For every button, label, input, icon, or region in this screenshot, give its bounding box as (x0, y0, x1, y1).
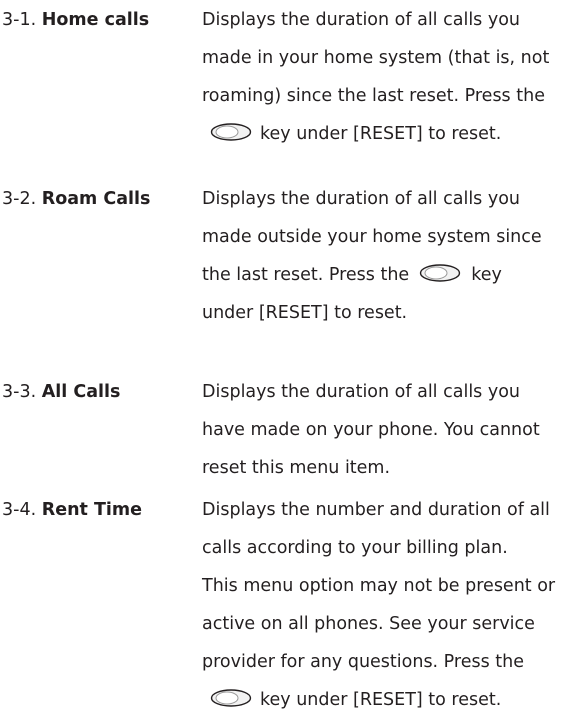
description-line: key under [RESET] to reset. (202, 681, 578, 719)
entry-number: 3-4. (2, 500, 37, 520)
description-line: Displays the duration of all calls you (202, 189, 521, 209)
entry-name: Rent Time (41, 500, 143, 520)
description-line: calls according to your billing plan. (202, 538, 508, 558)
description-line: Displays the duration of all calls you (202, 10, 521, 30)
description-line: Displays the number and duration of all (202, 500, 550, 520)
entry-name: All Calls (41, 382, 121, 402)
entry-description: Displays the duration of all calls you m… (202, 180, 578, 332)
entry-description: Displays the number and duration of all … (202, 491, 578, 719)
description-line: key under [RESET] to reset. (202, 115, 578, 153)
entry-number: 3-1. (2, 10, 37, 30)
description-line: have made on your phone. You cannot (202, 420, 540, 440)
description-line: active on all phones. See your service (202, 614, 535, 634)
description-line-text: key under [RESET] to reset. (260, 124, 502, 144)
description-line-text: the last reset. Press the (202, 265, 410, 285)
softkey-button-icon (210, 123, 252, 141)
entry-term: 3-1. Home calls (2, 1, 149, 39)
manual-page: 3-1. Home calls Displays the duration of… (0, 0, 578, 710)
description-line: made in your home system (that is, not (202, 48, 550, 68)
softkey-button-icon (210, 689, 252, 707)
description-line: roaming) since the last reset. Press the (202, 86, 545, 106)
description-line: the last reset. Press the key (202, 256, 578, 294)
description-line: This menu option may not be present or (202, 576, 556, 596)
description-line-text: key (471, 265, 502, 285)
description-line: reset this menu item. (202, 458, 391, 478)
entry-number: 3-2. (2, 189, 37, 209)
entry-term: 3-2. Roam Calls (2, 180, 150, 218)
entry-term: 3-3. All Calls (2, 373, 120, 411)
description-line: made outside your home system since (202, 227, 542, 247)
description-line-text: key under [RESET] to reset. (260, 690, 502, 710)
description-line: Displays the duration of all calls you (202, 382, 521, 402)
entry-description: Displays the duration of all calls you h… (202, 373, 578, 487)
entry-name: Home calls (41, 10, 150, 30)
description-line: provider for any questions. Press the (202, 652, 525, 672)
entry-description: Displays the duration of all calls you m… (202, 1, 578, 153)
description-line: under [RESET] to reset. (202, 303, 408, 323)
entry-number: 3-3. (2, 382, 37, 402)
entry-name: Roam Calls (41, 189, 151, 209)
softkey-button-icon (420, 264, 461, 282)
entry-term: 3-4. Rent Time (2, 491, 142, 529)
